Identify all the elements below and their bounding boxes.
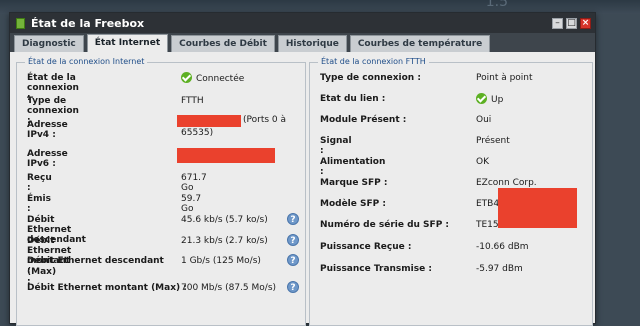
field-value: Point à point [476,73,533,83]
tab-etat-internet[interactable]: État Internet [86,34,169,52]
field-label: Numéro de série du SFP : [320,220,450,230]
tab-bar: Diagnostic État Internet Courbes de Débi… [10,33,595,52]
internet-connection-group: État de la connexion Internet État de la… [16,57,306,326]
field-label: Adresse IPv4 : [27,120,68,140]
field-value: OK [476,157,489,167]
field-label: Émis : [27,194,51,214]
maximize-icon[interactable]: □ [566,17,577,29]
field-label: Signal : [320,136,352,156]
field-label: Débit Ethernet descendant [27,256,164,266]
redacted-block [498,188,577,228]
tab-courbes-temperature[interactable]: Courbes de température [349,35,491,52]
help-icon[interactable]: ? [287,234,299,246]
field-label: Etat du lien : [320,94,386,104]
field-label: Alimentation : [320,157,386,177]
field-value: EZconn Corp. [476,178,537,188]
tab-diagnostic[interactable]: Diagnostic [14,35,84,52]
field-value: 45.6 kb/s (5.7 ko/s) [181,215,268,225]
title-bar[interactable]: État de la Freebox – □ × [10,13,595,33]
app-icon [16,17,25,29]
field-label: Puissance Transmise : [320,264,432,274]
field-value: FTTH [181,96,204,106]
field-label: Reçu : [27,173,52,193]
help-icon[interactable]: ? [287,281,299,293]
field-value: -10.66 dBm [476,242,529,252]
group-legend: État de la connexion FTTH [318,57,429,66]
field-value: Up [476,93,503,105]
field-value: -5.97 dBm [476,264,523,274]
freebox-status-window: État de la Freebox – □ × Diagnostic État… [9,12,596,326]
field-value: Oui [476,115,492,125]
tab-historique[interactable]: Historique [277,35,347,52]
field-value: 671.7 Go [181,173,207,193]
background-label: 1.5 [485,0,508,10]
field-value: Connectée [181,72,244,84]
help-icon[interactable]: ? [287,213,299,225]
field-value: 1 Gb/s (125 Mo/s) [181,256,261,266]
field-value: Présent [476,136,510,146]
check-icon [476,93,487,104]
tab-courbes-debit[interactable]: Courbes de Débit [171,35,275,52]
group-legend: État de la connexion Internet [25,57,148,66]
redacted-block [177,148,275,163]
field-value-cont: 65535) [181,128,214,138]
field-label: Type de connexion : [320,73,421,83]
field-label: Marque SFP : [320,178,388,188]
field-value: 59.7 Go [181,194,202,214]
field-value: 700 Mb/s (87.5 Mo/s) [181,283,277,293]
field-label: Module Présent : [320,115,407,125]
field-label: Modèle SFP : [320,199,386,209]
help-icon[interactable]: ? [287,254,299,266]
field-value: (Ports 0 à [243,115,287,125]
field-label: Puissance Reçue : [320,242,412,252]
close-icon[interactable]: × [580,17,591,29]
redacted-block [177,115,241,127]
field-label: Adresse IPv6 : [27,149,68,169]
field-label: Débit Ethernet montant (Max) : [27,283,187,293]
ftth-connection-group: État de la connexion FTTH Type de connex… [309,57,593,326]
check-icon [181,72,192,83]
field-value: 21.3 kb/s (2.7 ko/s) [181,236,268,246]
window-title: État de la Freebox [31,16,145,30]
minimize-icon[interactable]: – [552,17,563,29]
